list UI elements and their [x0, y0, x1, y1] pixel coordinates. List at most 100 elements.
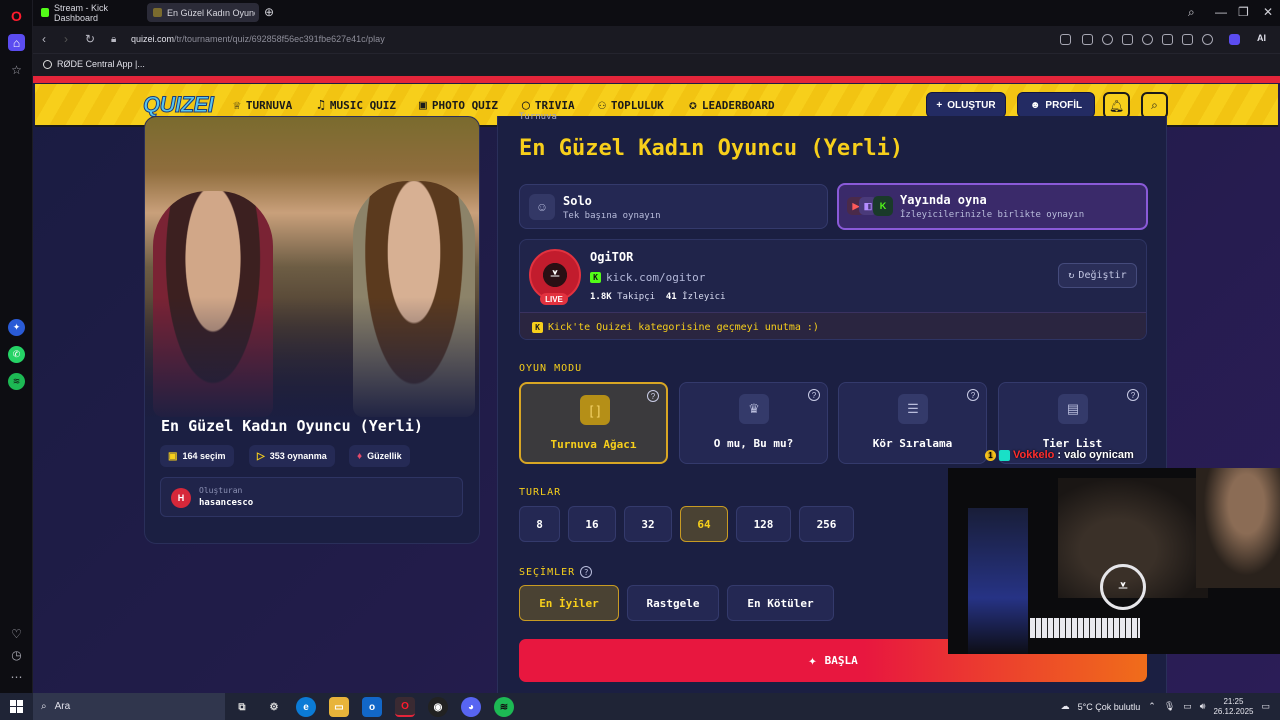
network-icon[interactable]: ▭: [1183, 701, 1192, 712]
whatsapp-icon[interactable]: ✆: [8, 346, 25, 363]
start-label: BAŞLA: [824, 654, 858, 667]
volume-icon[interactable]: 🔊︎: [1200, 701, 1206, 712]
round-128-button[interactable]: 128: [736, 506, 791, 542]
help-icon[interactable]: ?: [647, 390, 659, 402]
streamer-box: ⩡ LIVE OgiTOR Kkick.com/ogitor 1.8K Taki…: [519, 239, 1147, 340]
spotify-icon[interactable]: ≋: [494, 697, 514, 717]
weather-text[interactable]: 5°C Çok bulutlu: [1078, 702, 1141, 712]
messenger-icon[interactable]: ✦: [8, 319, 25, 336]
discord-icon[interactable]: ◕: [461, 697, 481, 717]
followers-count: 1.8K: [590, 292, 612, 302]
category-chip[interactable]: ♦ Güzellik: [349, 445, 410, 467]
nav-trivia[interactable]: ◯ TRIVIA: [522, 98, 575, 113]
round-32-button[interactable]: 32: [624, 506, 672, 542]
stream-chat-line: 1 Vokkelo : valo oynicam: [985, 449, 1134, 461]
home-icon[interactable]: ⌂: [8, 34, 25, 51]
tab-kick-dashboard[interactable]: Stream - Kick Dashboard: [35, 3, 143, 23]
ordered-list-icon: ☰: [898, 394, 928, 424]
shield-icon[interactable]: [1102, 34, 1113, 45]
tab-label: En Güzel Kadın Oyuncu (Y: [167, 7, 255, 18]
rode-icon: [43, 59, 52, 69]
help-icon[interactable]: ?: [808, 389, 820, 401]
star-icon[interactable]: ☆: [8, 61, 25, 78]
ai-button[interactable]: AI: [1257, 33, 1266, 43]
round-256-button[interactable]: 256: [799, 506, 854, 542]
help-icon[interactable]: ?: [1127, 389, 1139, 401]
profile-button[interactable]: ☻ PROFİL: [1017, 92, 1095, 118]
mode-tournament-bracket[interactable]: [ ] ? Turnuva Ağacı: [519, 382, 668, 464]
new-tab-icon[interactable]: ⊕: [264, 5, 274, 19]
nav-turnuva[interactable]: ♕ TURNUVA: [233, 98, 292, 113]
bell-icon[interactable]: 🔔︎: [1103, 92, 1130, 119]
round-64-button[interactable]: 64: [680, 506, 728, 542]
clock[interactable]: 21:25 26.12.2025: [1213, 697, 1253, 717]
profile-icon[interactable]: [1202, 34, 1213, 45]
obs-icon[interactable]: ◉: [428, 697, 448, 717]
reload-icon[interactable]: ↻: [85, 32, 95, 46]
share-icon[interactable]: [1060, 34, 1071, 45]
nav-label: TURNUVA: [245, 99, 293, 112]
more-icon[interactable]: ⋯: [8, 668, 25, 685]
creator-name: hasancesco: [199, 498, 254, 508]
change-streamer-button[interactable]: ↻ Değiştir: [1058, 263, 1137, 288]
menu-icon[interactable]: [1182, 34, 1193, 45]
badge-icon: [999, 449, 1010, 461]
kick-favicon-icon: [41, 8, 49, 17]
task-view-icon[interactable]: ⧉: [232, 697, 252, 717]
bookmark-rode[interactable]: RØDE Central App |...: [43, 59, 145, 69]
nav-topluluk[interactable]: ⚇ TOPLULUK: [598, 98, 664, 113]
stream-mode-card[interactable]: ▶ ◧ K Yayında oyna İzleyicilerinizle bir…: [837, 183, 1148, 230]
round-16-button[interactable]: 16: [568, 506, 616, 542]
maximize-icon[interactable]: ❐: [1238, 5, 1249, 19]
download-icon[interactable]: [1162, 34, 1173, 45]
windows-start-icon[interactable]: [10, 700, 23, 713]
taskbar-search[interactable]: ⌕ Ara: [33, 693, 225, 720]
solo-mode-card[interactable]: ☺ Solo Tek başına oynayın: [519, 184, 828, 229]
spotify-icon[interactable]: ≋: [8, 373, 25, 390]
browser-sidebar: O ⌂ ☆ ✦ ✆ ≋ ♡ ◷ ⋯: [0, 0, 33, 693]
back-icon[interactable]: ‹: [42, 32, 46, 46]
outlook-icon[interactable]: o: [362, 697, 382, 717]
forward-icon[interactable]: ›: [64, 32, 68, 46]
nav-leaderboard[interactable]: ✪ LEADERBOARD: [689, 98, 775, 113]
tab-quizei[interactable]: En Güzel Kadın Oyuncu (Y: [147, 3, 259, 22]
tray-chevron-icon[interactable]: ⌃: [1148, 701, 1156, 712]
creator-box[interactable]: H Oluşturan hasancesco: [160, 477, 463, 517]
nav-label: MUSIC QUIZ: [329, 99, 397, 112]
play-icon[interactable]: [1122, 34, 1133, 45]
help-icon[interactable]: ?: [967, 389, 979, 401]
quizei-logo[interactable]: QUIZEI: [142, 92, 214, 118]
close-window-icon[interactable]: ✕: [1263, 5, 1273, 19]
minimize-icon[interactable]: —: [1215, 5, 1227, 19]
search-icon[interactable]: ⌕: [1141, 92, 1168, 119]
lock-icon: 🔒︎: [111, 34, 117, 45]
heart-outline-icon[interactable]: [1142, 34, 1153, 45]
microphone-icon[interactable]: 🎙︎: [1164, 701, 1175, 712]
creator-avatar: H: [171, 488, 191, 508]
url-field[interactable]: quizei.com/tr/tournament/quiz/692858f56e…: [131, 34, 385, 44]
pick-best-button[interactable]: En İyiler: [519, 585, 619, 621]
create-button[interactable]: + OLUŞTUR: [926, 92, 1006, 118]
mode-blind-ranking[interactable]: ☰ ? Kör Sıralama: [838, 382, 987, 464]
camera-icon[interactable]: [1082, 34, 1093, 45]
extension-icon[interactable]: [1229, 34, 1240, 45]
file-explorer-icon[interactable]: ▭: [329, 697, 349, 717]
opera-logo-icon[interactable]: O: [8, 7, 25, 24]
streamer-link[interactable]: Kkick.com/ogitor: [590, 271, 705, 284]
history-icon[interactable]: ◷: [8, 646, 25, 663]
help-icon[interactable]: ?: [580, 566, 593, 578]
kick-icon: K: [873, 196, 893, 216]
nav-photo-quiz[interactable]: ▣ PHOTO QUIZ: [419, 98, 498, 113]
opera-icon[interactable]: O: [395, 697, 415, 717]
widgets-icon[interactable]: ⚙: [264, 697, 284, 717]
mode-this-or-that[interactable]: ♛ ? O mu, Bu mu?: [679, 382, 828, 464]
pick-worst-button[interactable]: En Kötüler: [727, 585, 834, 621]
heart-icon[interactable]: ♡: [8, 625, 25, 642]
edge-icon[interactable]: e: [296, 697, 316, 717]
nav-music-quiz[interactable]: ♫ MUSIC QUIZ: [317, 98, 396, 113]
weather-icon[interactable]: ☁: [1061, 701, 1070, 712]
pick-random-button[interactable]: Rastgele: [627, 585, 719, 621]
round-8-button[interactable]: 8: [519, 506, 560, 542]
search-tabs-icon[interactable]: ⌕: [1188, 5, 1195, 20]
notification-icon[interactable]: ▭: [1261, 701, 1270, 712]
